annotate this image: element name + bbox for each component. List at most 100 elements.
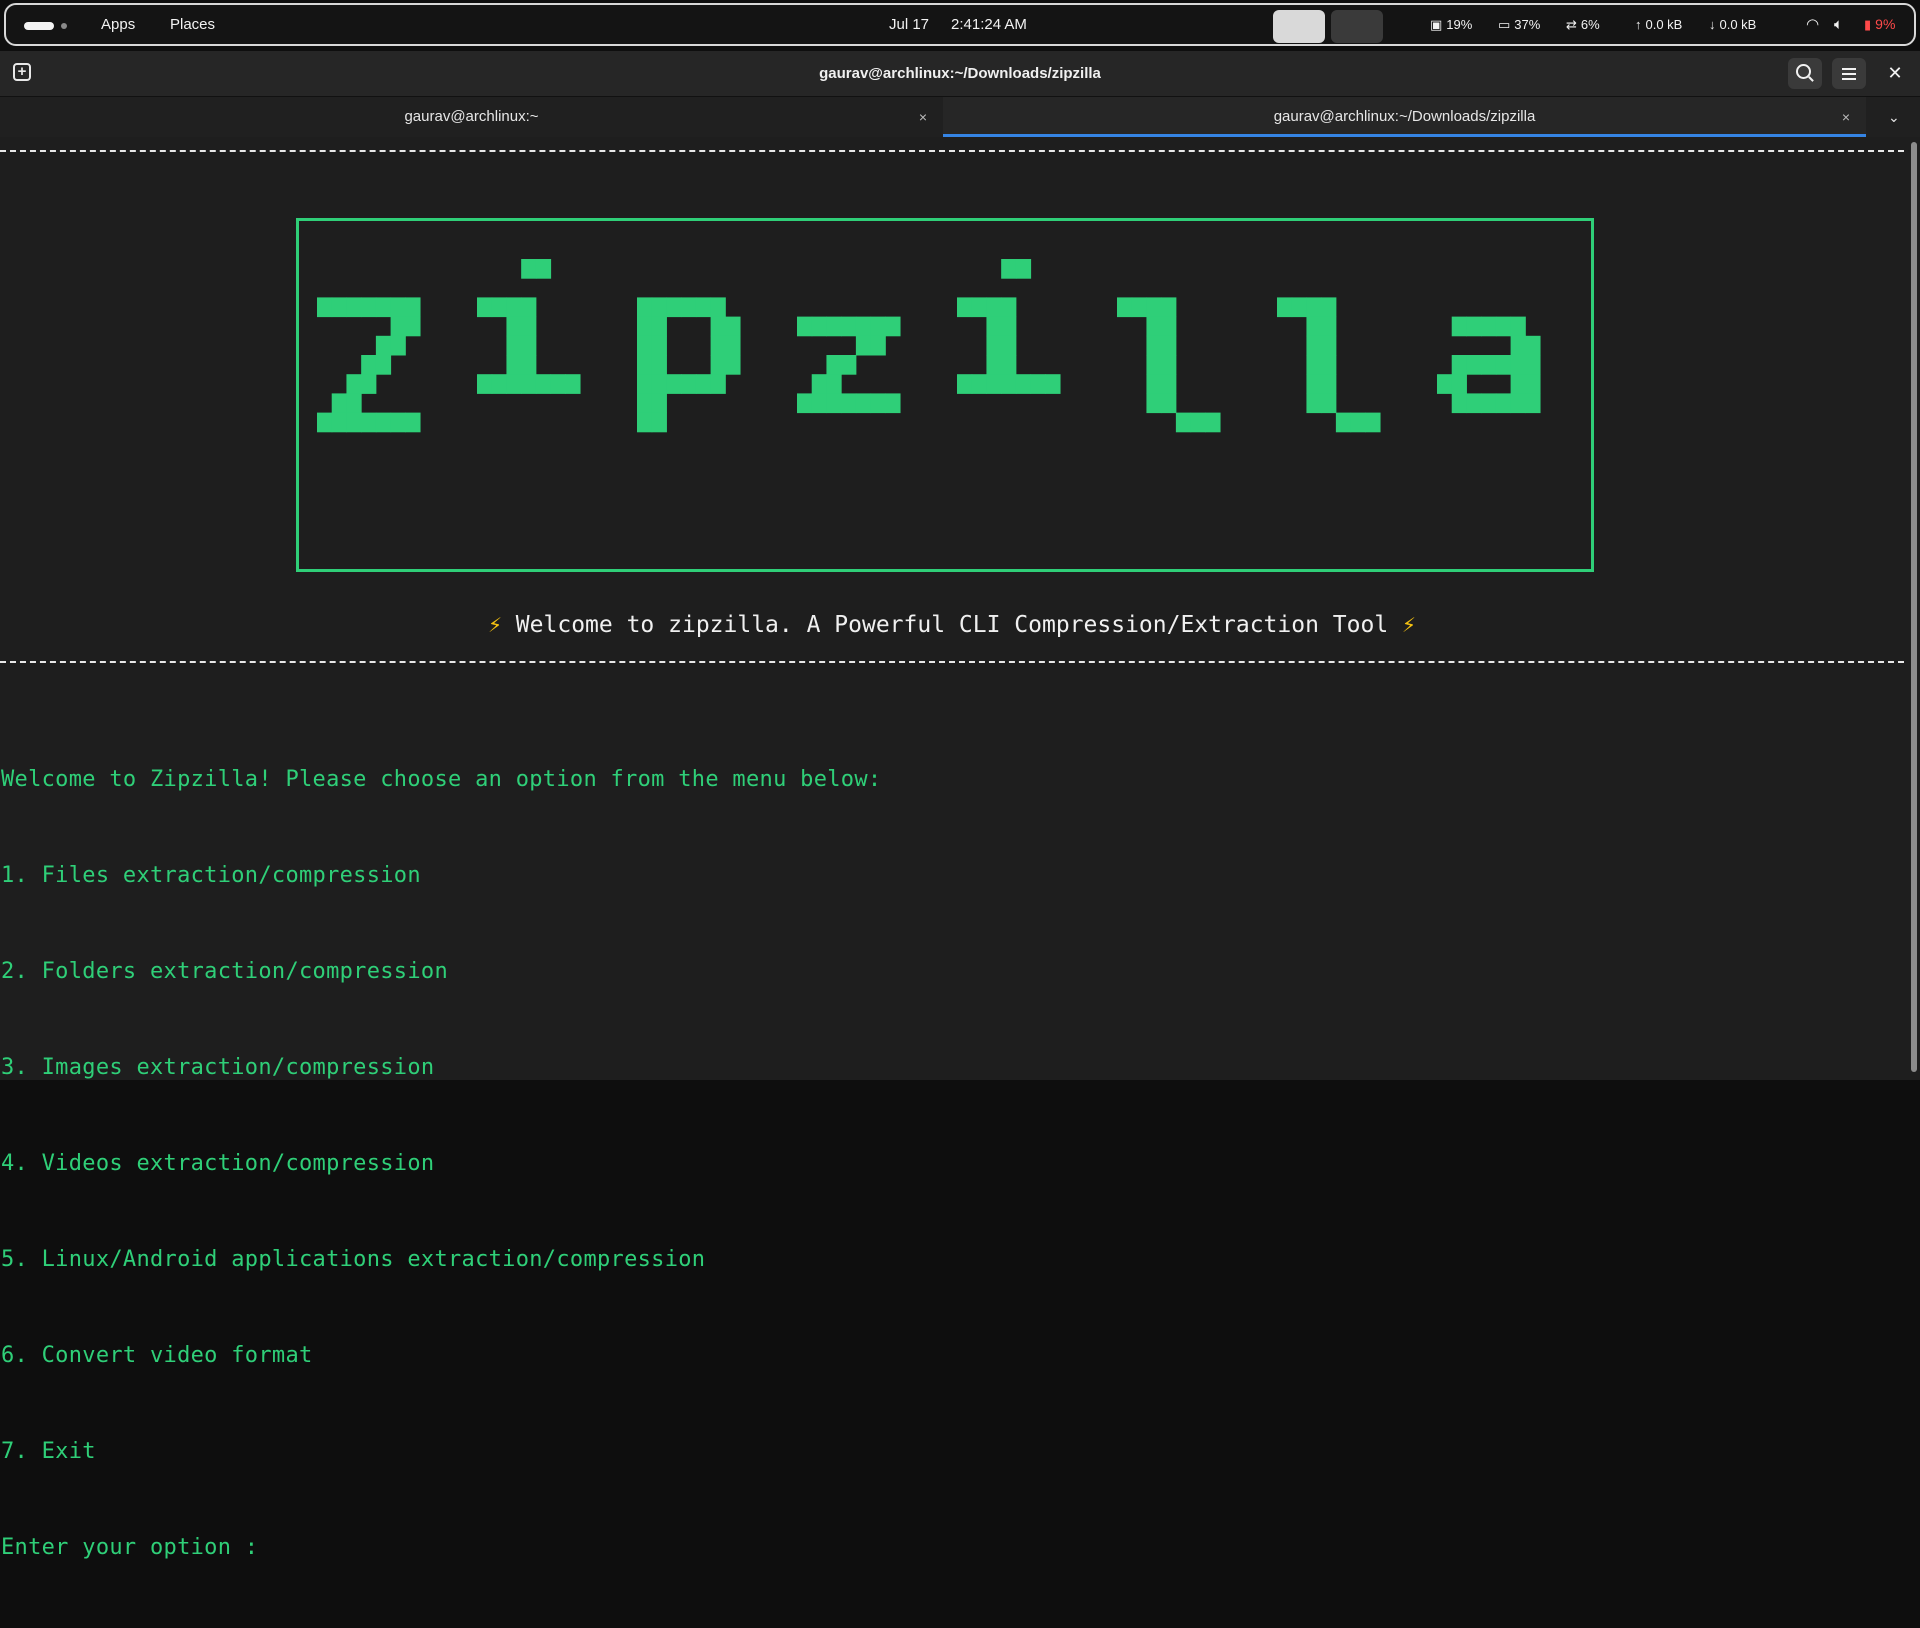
- logo-pixel: [346, 393, 362, 414]
- logo-pixel: [1437, 374, 1453, 394]
- logo-pixel: [1350, 412, 1366, 433]
- swap-value: 6%: [1580, 17, 1600, 32]
- logo-pixel: [710, 297, 726, 318]
- logo-pixel: [637, 412, 653, 433]
- cpu-value: 19%: [1446, 17, 1473, 32]
- logo-pixel: [841, 316, 857, 337]
- logo-pixel: [1146, 374, 1162, 394]
- logo-pixel: [346, 412, 362, 433]
- logo-pixel: [331, 297, 347, 318]
- menu-option-7: 7. Exit: [1, 1439, 96, 1464]
- logo-pixel: [666, 297, 682, 318]
- logo-pixel: [521, 259, 537, 279]
- places-menu[interactable]: Places: [170, 5, 215, 44]
- logo-pixel: [797, 393, 813, 414]
- cpu-icon: ▣: [1430, 17, 1443, 32]
- logo-pixel: [535, 374, 552, 394]
- battery-status[interactable]: ▮ 9%: [1864, 5, 1895, 44]
- cpu-usage[interactable]: ▣ 19%: [1430, 5, 1472, 44]
- logo-pixel: [885, 316, 901, 337]
- clock-date[interactable]: Jul 17: [889, 5, 929, 44]
- logo-pixel: [651, 297, 667, 318]
- tab-zipzilla-active[interactable]: gaurav@archlinux:~/Downloads/zipzilla ×: [943, 97, 1866, 137]
- zipzilla-logo: [317, 259, 1541, 433]
- logo-pixel: [1306, 355, 1322, 375]
- banner-text: Welcome to zipzilla. A Powerful CLI Comp…: [501, 612, 1403, 638]
- logo-pixel: [1045, 374, 1061, 394]
- logo-pixel: [1015, 259, 1032, 279]
- logo-pixel: [1321, 374, 1337, 394]
- logo-pixel: [1001, 335, 1017, 356]
- menu-option-2: 2. Folders extraction/compression: [1, 959, 448, 984]
- logo-pixel: [521, 316, 537, 337]
- logo-pixel: [1321, 297, 1337, 318]
- logo-pixel: [1030, 374, 1046, 394]
- logo-pixel: [375, 335, 392, 356]
- logo-pixel: [1481, 393, 1497, 414]
- logo-pixel: [405, 316, 421, 337]
- logo-pixel: [1161, 393, 1177, 414]
- logo-pixel: [346, 374, 362, 394]
- close-icon: ✕: [1887, 63, 1903, 83]
- main-menu-button[interactable]: [1832, 58, 1866, 89]
- workspace-2-thumbnail[interactable]: [1331, 10, 1383, 43]
- logo-pixel: [811, 374, 827, 394]
- welcome-banner: ⚡ Welcome to zipzilla. A Powerful CLI Co…: [0, 612, 1904, 638]
- logo-pixel: [725, 316, 741, 337]
- search-button[interactable]: [1788, 58, 1822, 89]
- tab-close-icon[interactable]: ×: [919, 97, 927, 137]
- new-tab-button[interactable]: +: [13, 63, 31, 81]
- logo-pixel: [375, 412, 392, 433]
- logo-pixel: [1306, 374, 1322, 394]
- lightning-icon: ⚡: [1402, 612, 1416, 638]
- input-prompt[interactable]: Enter your option :: [1, 1532, 881, 1564]
- volume-icon[interactable]: 🔈︎: [1834, 5, 1843, 44]
- swap-usage[interactable]: ⇄ 6%: [1566, 5, 1600, 44]
- download-speed[interactable]: ↓ 0.0 kB: [1709, 5, 1756, 44]
- logo-pixel: [957, 297, 973, 318]
- logo-pixel: [651, 335, 667, 356]
- wifi-icon[interactable]: ◠: [1806, 5, 1819, 44]
- logo-pixel: [390, 335, 406, 356]
- logo-pixel: [986, 297, 1002, 318]
- terminal-content[interactable]: ⚡ Welcome to zipzilla. A Powerful CLI Co…: [0, 138, 1908, 1560]
- logo-pixel: [870, 335, 886, 356]
- logo-pixel: [1481, 355, 1497, 375]
- apps-menu[interactable]: Apps: [101, 5, 135, 44]
- logo-pixel: [710, 316, 726, 337]
- clock-time[interactable]: 2:41:24 AM: [951, 5, 1027, 44]
- scrollbar-thumb[interactable]: [1911, 142, 1917, 1072]
- upload-speed[interactable]: ↑ 0.0 kB: [1635, 5, 1682, 44]
- tab-home[interactable]: gaurav@archlinux:~ ×: [0, 97, 943, 137]
- ascii-logo-box: [296, 218, 1594, 572]
- logo-pixel: [637, 335, 653, 356]
- logo-pixel: [1146, 355, 1162, 375]
- logo-pixel: [535, 259, 552, 279]
- lightning-icon: ⚡: [488, 612, 502, 638]
- logo-pixel: [1117, 297, 1133, 318]
- logo-pixel: [1495, 316, 1512, 337]
- logo-pixel: [1321, 393, 1337, 414]
- logo-pixel: [725, 355, 741, 375]
- window-close-button[interactable]: ✕: [1878, 58, 1912, 89]
- memory-usage[interactable]: ▭ 37%: [1498, 5, 1540, 44]
- logo-pixel: [346, 297, 362, 318]
- tab-close-icon[interactable]: ×: [1842, 97, 1850, 137]
- workspace-indicator-active: [24, 22, 54, 30]
- logo-pixel: [477, 297, 493, 318]
- tab-bar: gaurav@archlinux:~ × gaurav@archlinux:~/…: [0, 97, 1920, 137]
- terminal-scrollbar[interactable]: [1908, 138, 1920, 1080]
- workspace-1-thumbnail[interactable]: [1273, 10, 1325, 43]
- logo-pixel: [491, 297, 507, 318]
- tab-overflow-chevron-icon[interactable]: ⌄: [1888, 97, 1900, 137]
- logo-pixel: [317, 412, 333, 433]
- logo-pixel: [375, 355, 392, 375]
- menu-option-1: 1. Files extraction/compression: [1, 863, 421, 888]
- logo-pixel: [986, 374, 1002, 394]
- logo-pixel: [710, 374, 726, 394]
- logo-pixel: [1365, 412, 1381, 433]
- logo-pixel: [1306, 316, 1322, 337]
- logo-pixel: [651, 393, 667, 414]
- activities-button[interactable]: [24, 18, 72, 32]
- logo-pixel: [710, 355, 726, 375]
